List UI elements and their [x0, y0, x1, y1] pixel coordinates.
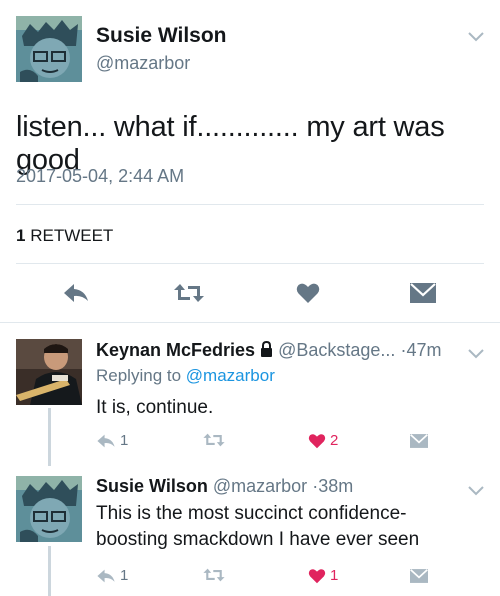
replying-to-label: Replying to — [96, 366, 182, 385]
heart-icon — [296, 283, 320, 303]
retweet-icon — [203, 433, 225, 447]
direct-message-button[interactable] — [410, 569, 428, 583]
tweet-timestamp[interactable]: 2017-05-04, 2:44 AM — [16, 166, 184, 187]
reply-avatar[interactable] — [16, 476, 82, 542]
direct-message-button[interactable] — [410, 283, 436, 303]
reply-time[interactable]: 47m — [406, 340, 441, 360]
divider — [16, 204, 484, 205]
reply-author-handle[interactable]: @Backstage... — [278, 340, 395, 360]
lock-icon — [260, 340, 273, 362]
reply-count: 1 — [120, 567, 129, 584]
like-button[interactable]: 2 — [308, 432, 338, 449]
chevron-down-icon[interactable] — [468, 346, 484, 364]
author-name[interactable]: Susie Wilson — [96, 24, 227, 48]
retweet-button[interactable] — [202, 567, 226, 583]
author-handle[interactable]: @mazarbor — [96, 53, 190, 74]
replying-to: Replying to @mazarbor — [96, 366, 275, 386]
chevron-down-icon[interactable] — [468, 483, 484, 501]
reply-text: It is, continue. — [96, 397, 214, 418]
reply-header: Susie Wilson @mazarbor ·38m — [96, 476, 353, 497]
reply-button[interactable] — [62, 282, 90, 304]
thread-line — [48, 408, 51, 466]
retweet-button[interactable] — [172, 282, 206, 304]
retweet-label: RETWEET — [30, 226, 114, 245]
reply-button[interactable]: 1 — [96, 567, 128, 584]
reply-text: This is the most succinct confidence-boo… — [96, 503, 420, 550]
reply-button[interactable]: 1 — [96, 432, 128, 449]
like-count: 1 — [330, 567, 339, 584]
reply-count: 1 — [120, 432, 129, 449]
heart-icon — [308, 568, 326, 583]
reply-avatar[interactable] — [16, 339, 82, 405]
author-avatar[interactable] — [16, 16, 82, 82]
replying-to-link[interactable]: @mazarbor — [186, 366, 275, 385]
retweet-button[interactable] — [202, 432, 226, 448]
retweet-icon — [203, 568, 225, 582]
chevron-down-icon[interactable] — [468, 29, 484, 47]
envelope-icon — [410, 569, 428, 583]
reply-time[interactable]: 38m — [318, 476, 353, 496]
direct-message-button[interactable] — [410, 434, 428, 448]
reply-author-name[interactable]: Keynan McFedries — [96, 340, 255, 360]
reply-icon — [64, 284, 88, 302]
reply-icon — [97, 434, 115, 447]
reply-header: Keynan McFedries @Backstage... ·47m — [96, 340, 441, 362]
divider — [16, 263, 484, 264]
reply-author-handle[interactable]: @mazarbor — [213, 476, 307, 496]
retweet-count: 1 — [16, 226, 26, 245]
like-count: 2 — [330, 432, 339, 449]
retweet-stat[interactable]: 1 RETWEET — [16, 226, 113, 246]
like-button[interactable] — [296, 282, 320, 304]
reply-author-name[interactable]: Susie Wilson — [96, 476, 208, 496]
reply-icon — [97, 569, 115, 582]
envelope-icon — [410, 283, 436, 303]
thread-line — [48, 546, 51, 596]
like-button[interactable]: 1 — [308, 567, 338, 584]
retweet-icon — [174, 284, 204, 302]
heart-icon — [308, 433, 326, 448]
envelope-icon — [410, 434, 428, 448]
divider — [0, 322, 500, 323]
